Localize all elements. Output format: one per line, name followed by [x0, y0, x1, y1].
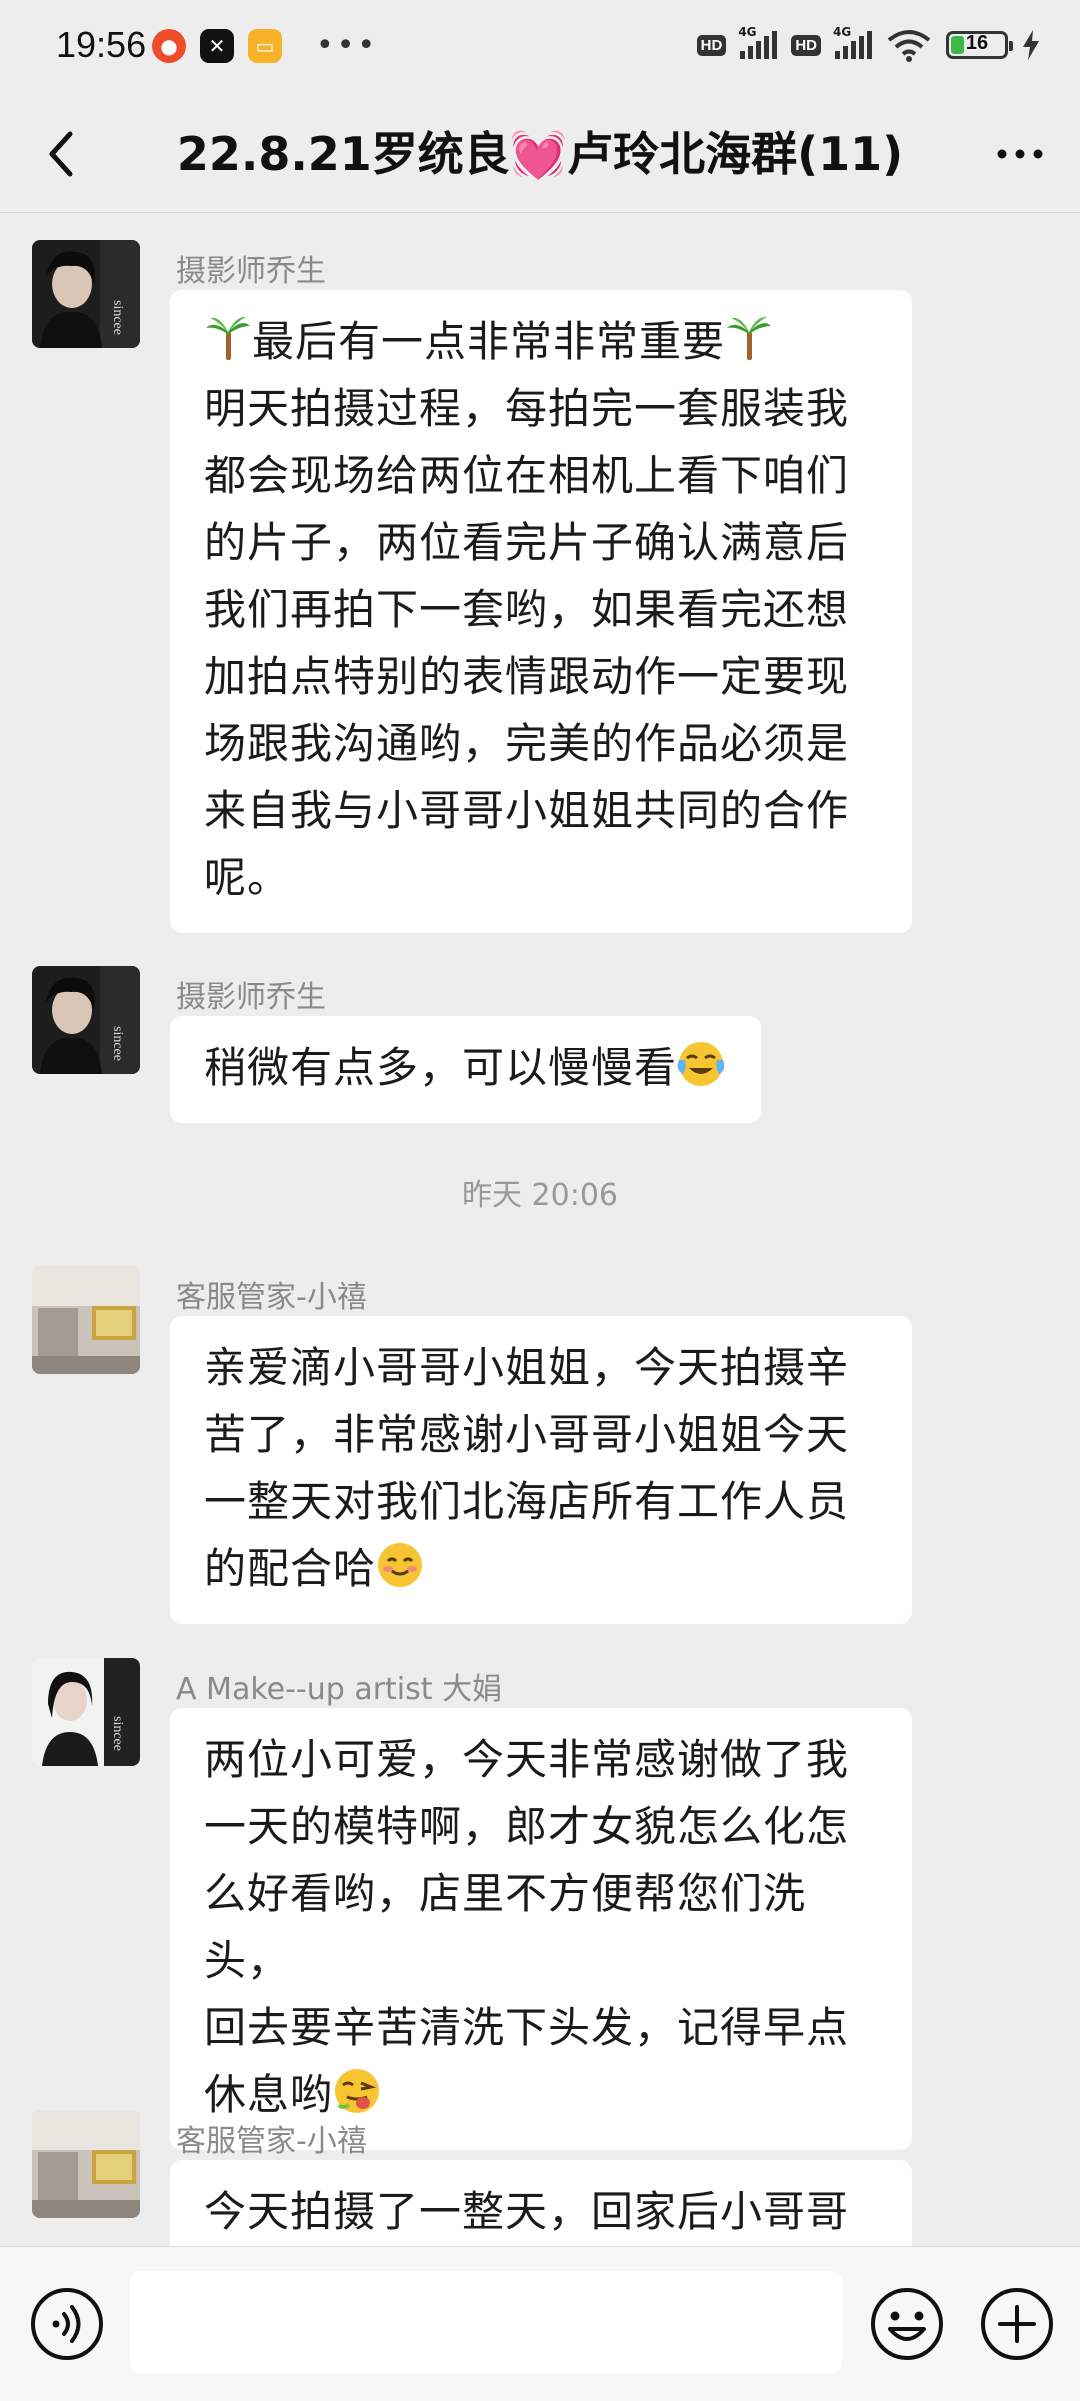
message-line: 的片子，两位看完片子确认满意后	[204, 518, 850, 567]
system-status: HD 4G HD 4G 16	[696, 25, 1040, 62]
signal-bars-icon: 4G	[833, 25, 872, 59]
sender-name: 摄影师乔生	[176, 980, 326, 1015]
palm-tree-emoji-icon	[206, 316, 250, 360]
message-line: 苦了，非常感谢小哥哥小姐姐今天	[204, 1410, 850, 1459]
emoji-picker-icon[interactable]	[868, 2285, 946, 2363]
message-line: 今天拍摄了一整天，回家后小哥哥	[204, 2187, 850, 2236]
yum-face-emoji-icon	[333, 2067, 382, 2115]
message-bubble[interactable]: 稍微有点多，可以慢慢看	[170, 1016, 762, 1123]
hd-badge: HD	[791, 34, 821, 56]
message-bubble[interactable]: 最后有一点非常非常重要 明天拍摄过程，每拍完一套服装我 都会现场给两位在相机上看…	[170, 290, 912, 933]
message-line: 来自我与小哥哥小姐姐共同的合作	[204, 786, 850, 835]
crying-laughing-emoji-icon	[677, 1040, 726, 1088]
network-type: 4G	[738, 25, 757, 39]
input-bar	[0, 2246, 1080, 2401]
palm-tree-emoji-icon	[727, 316, 772, 360]
message-line: 都会现场给两位在相机上看下咱们	[204, 451, 850, 500]
time-divider: 昨天 20:06	[462, 1178, 618, 1213]
notification-icons: ● ✕ ▭ •••	[152, 28, 378, 63]
chat-title: 22.8.21罗统良💓卢玲北海群(11)	[176, 127, 904, 181]
chat-header: 22.8.21罗统良💓卢玲北海群(11)	[0, 96, 1080, 213]
sender-name: A Make--up artist 大娟	[176, 1672, 503, 1707]
notes-app-icon: ▭	[248, 28, 282, 63]
voice-input-icon[interactable]	[28, 2285, 106, 2363]
sender-name: 客服管家-小禧	[176, 1280, 367, 1315]
message-line: 最后有一点非常非常重要	[204, 308, 878, 375]
smiling-blush-emoji-icon	[376, 1541, 424, 1589]
battery-level: 16	[965, 32, 989, 54]
status-bar: 19:56 ● ✕ ▭ ••• HD 4G HD 4G 16	[0, 0, 1080, 96]
network-type: 4G	[833, 25, 852, 39]
message-bubble[interactable]: 今天拍摄了一整天，回家后小哥哥	[170, 2160, 912, 2246]
message-input[interactable]	[130, 2271, 842, 2373]
message-list[interactable]: sincee 摄影师乔生 最后有一点非常非常重要 明天拍摄过程，每拍完一套服装我…	[0, 212, 1080, 2246]
news-app-icon: ●	[152, 28, 186, 63]
message-line: 亲爱滴小哥哥小姐姐，今天拍摄辛	[204, 1343, 850, 1392]
message-line: 一天的模特啊，郎才女貌怎么化怎	[204, 1802, 850, 1851]
more-notifications-icon: •••	[316, 28, 379, 63]
sender-name: 客服管家-小禧	[176, 2124, 367, 2159]
sender-name: 摄影师乔生	[176, 254, 326, 289]
clock: 19:56	[56, 24, 147, 65]
message-line: 的配合哈	[204, 1535, 878, 1602]
hd-badge: HD	[696, 34, 727, 56]
avatar[interactable]: sincee	[32, 240, 140, 348]
message-line: 加拍点特别的表情跟动作一定要现	[204, 652, 850, 701]
message-bubble[interactable]: 亲爱滴小哥哥小姐姐，今天拍摄辛 苦了，非常感谢小哥哥小姐姐今天 一整天对我们北海…	[170, 1316, 912, 1624]
message-line: 一整天对我们北海店所有工作人员	[204, 1477, 850, 1526]
message-line: 么好看哟，店里不方便帮您们洗头，	[204, 1869, 807, 1985]
more-options-icon[interactable]	[988, 126, 1052, 182]
avatar[interactable]: sincee	[32, 1658, 140, 1766]
capcut-icon: ✕	[200, 28, 234, 63]
svg-text:sincee: sincee	[110, 1026, 125, 1061]
message-line: 呢。	[204, 853, 291, 902]
message-text: 稍微有点多，可以慢慢看	[204, 1043, 678, 1092]
avatar[interactable]	[32, 2110, 140, 2218]
message-line: 回去要辛苦清洗下头发，记得早点	[204, 2003, 850, 2052]
battery-icon: 16	[946, 31, 1013, 59]
message-line: 场跟我沟通哟，完美的作品必须是	[204, 719, 850, 768]
svg-text:sincee: sincee	[110, 300, 125, 335]
message-line: 我们再拍下一套哟，如果看完还想	[204, 585, 850, 634]
message-line: 明天拍摄过程，每拍完一套服装我	[204, 384, 850, 433]
add-attachment-icon[interactable]	[978, 2285, 1056, 2363]
svg-text:sincee: sincee	[110, 1716, 125, 1751]
charging-icon	[1023, 30, 1039, 60]
wifi-icon	[887, 30, 931, 62]
avatar[interactable]: sincee	[32, 966, 140, 1074]
signal-bars-icon: 4G	[738, 25, 778, 59]
message-line: 两位小可爱，今天非常感谢做了我	[204, 1735, 850, 1784]
back-arrow-icon[interactable]	[34, 122, 90, 186]
message-bubble[interactable]: 两位小可爱，今天非常感谢做了我 一天的模特啊，郎才女貌怎么化怎 么好看哟，店里不…	[170, 1708, 912, 2150]
avatar[interactable]	[32, 1266, 140, 1374]
